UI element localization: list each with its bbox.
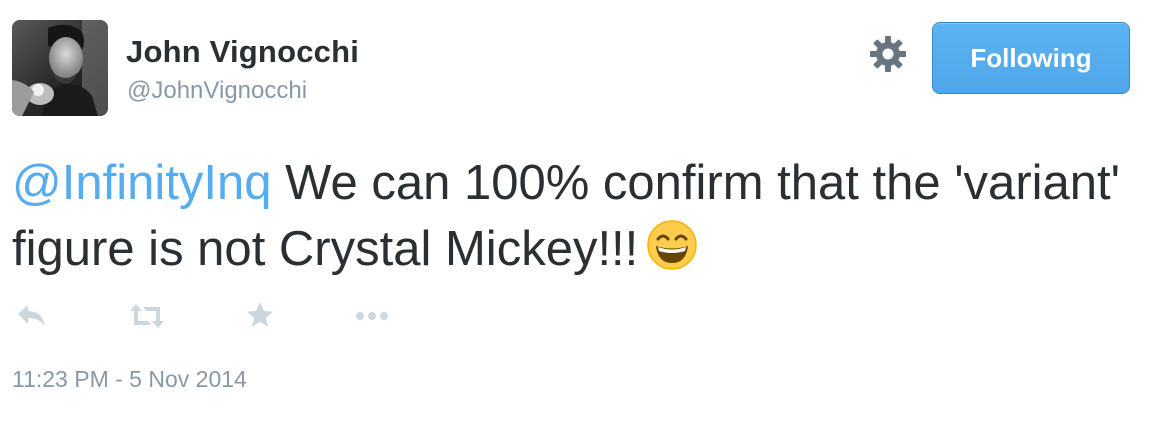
avatar-image: [12, 20, 108, 116]
following-button[interactable]: Following: [932, 22, 1130, 94]
user-display-name[interactable]: John Vignocchi: [126, 34, 359, 70]
star-icon[interactable]: [244, 296, 276, 336]
smiling-emoji-icon: [646, 219, 698, 271]
retweet-icon[interactable]: [126, 296, 168, 336]
avatar[interactable]: [12, 20, 108, 116]
tweet-card: John Vignocchi @JohnVignocchi Following …: [0, 0, 1154, 426]
tweet-text: @InfinityInq We can 100% confirm that th…: [12, 150, 1132, 282]
user-handle[interactable]: @JohnVignocchi: [127, 77, 307, 105]
more-icon[interactable]: [352, 296, 392, 336]
mention-link[interactable]: @InfinityInq: [12, 156, 271, 210]
gear-icon[interactable]: [868, 34, 908, 74]
reply-icon[interactable]: [14, 296, 50, 336]
tweet-timestamp[interactable]: 11:23 PM - 5 Nov 2014: [12, 366, 247, 393]
